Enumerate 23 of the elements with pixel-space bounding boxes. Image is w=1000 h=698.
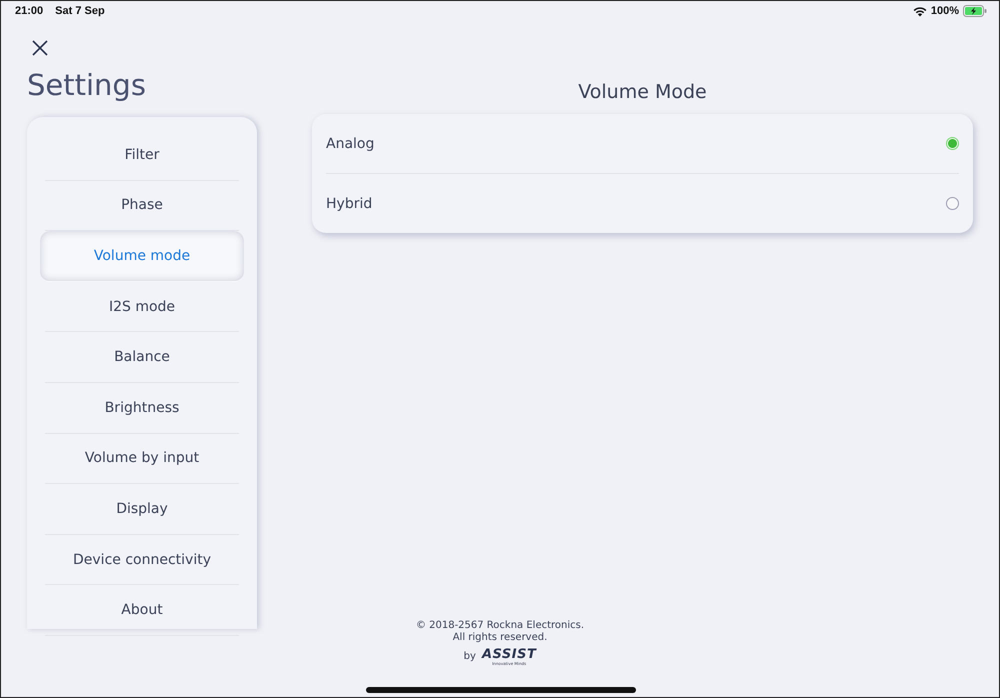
option-label: Hybrid bbox=[326, 196, 372, 212]
sidebar-item[interactable]: Volume mode bbox=[40, 231, 244, 282]
page-title: Settings bbox=[27, 67, 147, 104]
sidebar-item[interactable]: I2S mode bbox=[45, 282, 239, 332]
sidebar-item[interactable]: Balance bbox=[45, 332, 239, 383]
wifi-icon bbox=[912, 6, 927, 16]
battery-percent: 100% bbox=[930, 5, 959, 17]
sidebar-item[interactable]: About bbox=[45, 585, 239, 636]
sidebar-item[interactable]: Volume by input bbox=[45, 434, 239, 484]
sidebar-item[interactable]: Device connectivity bbox=[45, 534, 239, 586]
by-text: by bbox=[464, 651, 476, 663]
sidebar-item[interactable]: Display bbox=[45, 484, 239, 535]
copyright-text: All rights reserved. bbox=[452, 632, 548, 644]
radio-button[interactable] bbox=[946, 197, 959, 210]
copyright-text: © 2018-2567 Rockna Electronics. bbox=[416, 620, 584, 632]
status-date: Sat 7 Sep bbox=[55, 5, 105, 17]
section-title: Volume Mode bbox=[578, 80, 707, 105]
radio-button[interactable] bbox=[946, 137, 959, 150]
option-label: Analog bbox=[326, 136, 374, 152]
brand-logo: ASSIST bbox=[482, 648, 536, 661]
sidebar-item[interactable]: Filter bbox=[45, 130, 239, 181]
status-time: 21:00 bbox=[15, 5, 44, 17]
sidebar-item[interactable]: Brightness bbox=[45, 382, 239, 434]
